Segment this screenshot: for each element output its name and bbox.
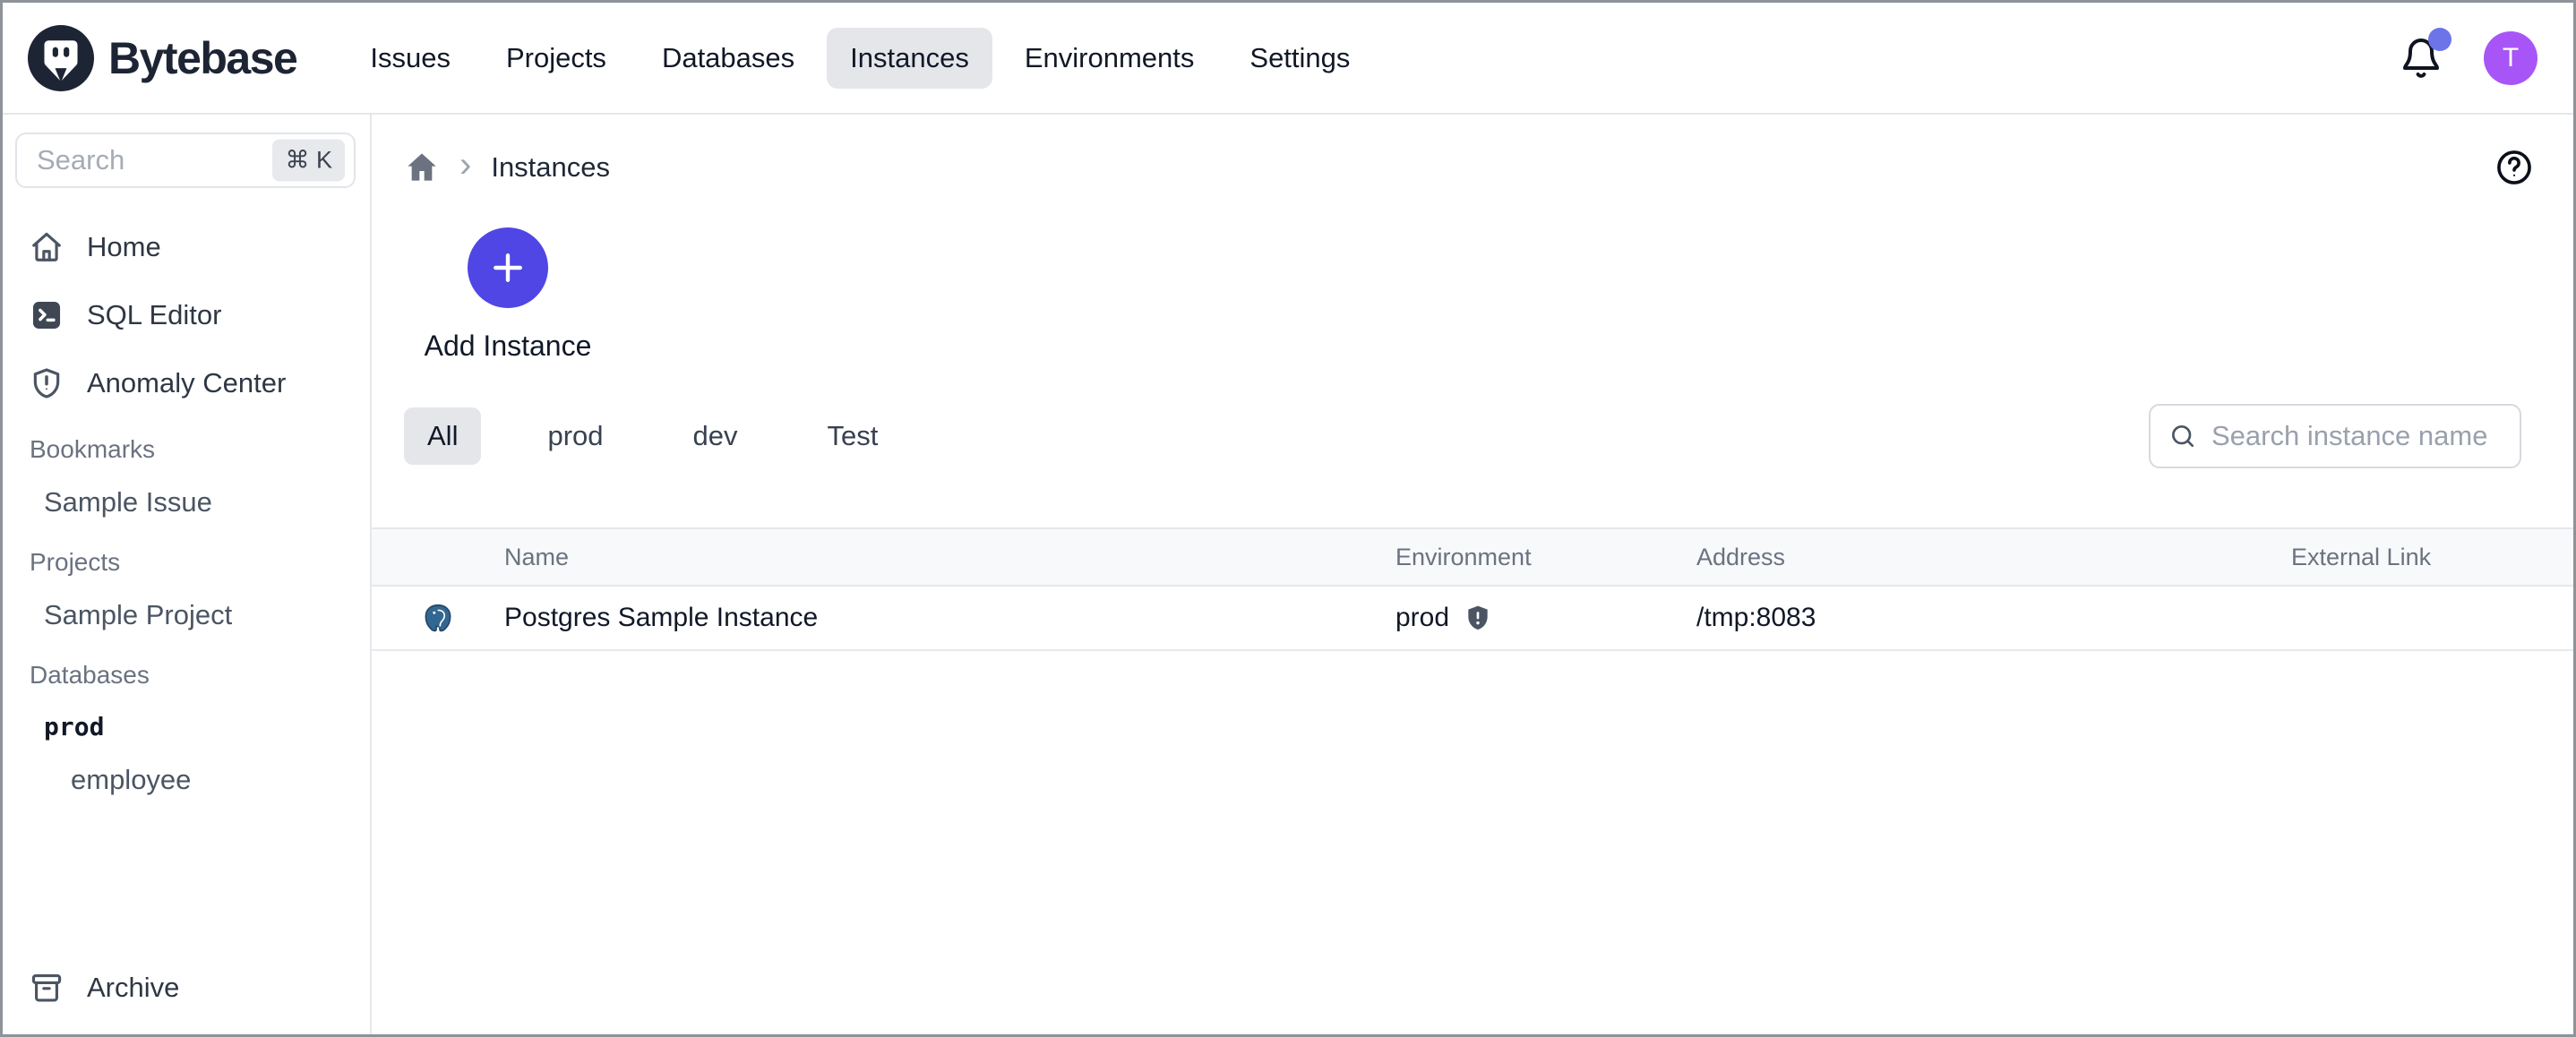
column-header-address: Address (1696, 544, 2291, 571)
sidebar-db-env-prod[interactable]: prod (3, 700, 370, 752)
sidebar-db-employee[interactable]: employee (3, 752, 370, 808)
postgres-icon (422, 602, 454, 634)
nav-item-databases[interactable]: Databases (639, 28, 818, 89)
sidebar: ⌘ K Home SQL Editor (3, 115, 372, 1034)
sidebar-item-sql-editor[interactable]: SQL Editor (3, 281, 370, 349)
shield-check-icon (1464, 604, 1492, 632)
column-header-environment: Environment (1395, 544, 1696, 571)
sidebar-section-databases: Databases (3, 643, 370, 700)
search-shortcut-badge: ⌘ K (272, 140, 345, 182)
shield-alert-icon (30, 366, 64, 400)
bytebase-app: Bytebase Issues Projects Databases Insta… (3, 3, 2573, 1034)
notification-dot (2428, 28, 2451, 51)
sidebar-item-sample-project[interactable]: Sample Project (3, 587, 370, 643)
tab-all[interactable]: All (404, 407, 481, 465)
sidebar-item-label: Home (87, 231, 161, 263)
add-instance-label: Add Instance (425, 330, 592, 363)
header-right: T (2400, 31, 2537, 85)
sidebar-search: ⌘ K (15, 133, 356, 188)
environment-tabs: All prod dev Test (372, 404, 2573, 468)
add-instance-button[interactable] (468, 227, 548, 308)
plus-icon (488, 248, 528, 287)
sidebar-section-projects: Projects (3, 530, 370, 587)
tab-test[interactable]: Test (803, 407, 901, 465)
search-icon (2168, 422, 2197, 450)
home-filled-icon (404, 150, 440, 185)
instance-name: Postgres Sample Instance (504, 603, 1395, 633)
breadcrumb: › Instances (372, 115, 2573, 190)
sidebar-item-archive[interactable]: Archive (3, 954, 370, 1022)
chevron-right-icon: › (459, 147, 471, 188)
avatar[interactable]: T (2484, 31, 2537, 85)
bytebase-logo-icon (28, 25, 94, 91)
instance-address: /tmp:8083 (1696, 603, 2291, 633)
sidebar-item-label: Archive (87, 972, 179, 1004)
top-header: Bytebase Issues Projects Databases Insta… (3, 3, 2573, 115)
help-circle-icon (2494, 148, 2534, 187)
breadcrumb-home-button[interactable] (404, 150, 440, 185)
engine-icon-cell (372, 602, 504, 634)
nav-item-instances[interactable]: Instances (827, 28, 992, 89)
instances-table: Name Environment Address External Link P… (372, 527, 2573, 651)
sidebar-item-sample-issue[interactable]: Sample Issue (3, 475, 370, 530)
nav-item-issues[interactable]: Issues (347, 28, 474, 89)
archive-icon (30, 971, 64, 1005)
instance-environment: prod (1395, 603, 1449, 633)
table-header-row: Name Environment Address External Link (372, 527, 2573, 587)
nav-item-projects[interactable]: Projects (483, 28, 630, 89)
bytebase-logo[interactable]: Bytebase (28, 25, 296, 91)
notifications-button[interactable] (2400, 35, 2443, 81)
sidebar-item-label: Anomaly Center (87, 367, 286, 399)
brand-name: Bytebase (108, 32, 296, 84)
help-button[interactable] (2494, 148, 2534, 187)
nav-item-environments[interactable]: Environments (1001, 28, 1218, 89)
main-content: › Instances Add Instance (372, 115, 2573, 1034)
tab-prod[interactable]: prod (524, 407, 626, 465)
add-instance: Add Instance (418, 227, 597, 363)
instance-environment-cell: prod (1395, 603, 1696, 633)
sidebar-item-home[interactable]: Home (3, 213, 370, 281)
sidebar-spacer (3, 808, 370, 954)
column-header-name: Name (504, 544, 1395, 571)
home-icon (30, 230, 64, 264)
table-row[interactable]: Postgres Sample Instance prod /tmp:8083 (372, 587, 2573, 651)
nav-item-settings[interactable]: Settings (1226, 28, 1373, 89)
sidebar-item-label: SQL Editor (87, 299, 221, 331)
sidebar-item-anomaly-center[interactable]: Anomaly Center (3, 349, 370, 417)
top-nav: Issues Projects Databases Instances Envi… (347, 28, 1373, 89)
column-header-external-link: External Link (2291, 544, 2573, 571)
tab-dev[interactable]: dev (670, 407, 761, 465)
breadcrumb-current: Instances (491, 151, 610, 184)
instance-search-box (2149, 404, 2521, 468)
sidebar-section-bookmarks: Bookmarks (3, 417, 370, 475)
instance-search-input[interactable] (2211, 420, 2502, 452)
terminal-square-icon (30, 298, 64, 332)
